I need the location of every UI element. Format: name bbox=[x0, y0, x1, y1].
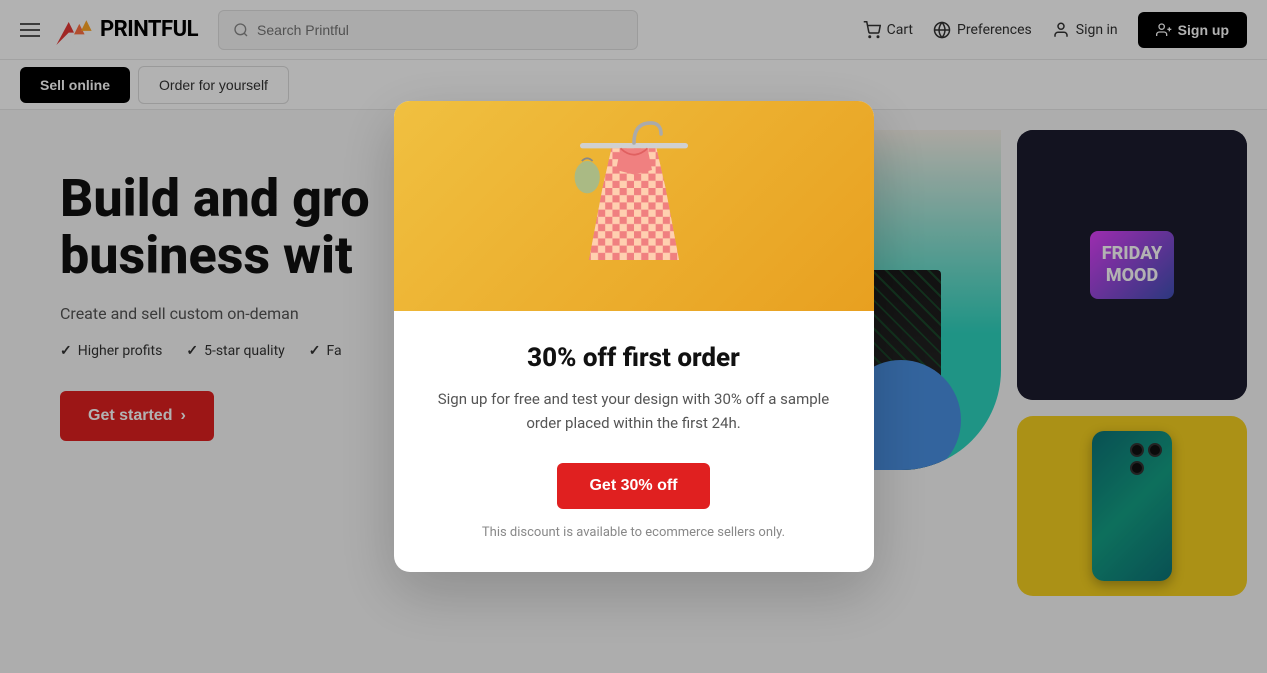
modal-disclaimer: This discount is available to ecommerce … bbox=[434, 525, 834, 540]
modal-image bbox=[394, 101, 874, 311]
get-discount-button[interactable]: Get 30% off bbox=[557, 463, 709, 509]
modal-body: 30% off first order Sign up for free and… bbox=[394, 311, 874, 572]
promo-modal: × bbox=[394, 101, 874, 572]
modal-overlay[interactable]: × bbox=[0, 0, 1267, 673]
dress-illustration bbox=[554, 116, 714, 296]
modal-description: Sign up for free and test your design wi… bbox=[434, 387, 834, 435]
modal-title: 30% off first order bbox=[434, 343, 834, 373]
